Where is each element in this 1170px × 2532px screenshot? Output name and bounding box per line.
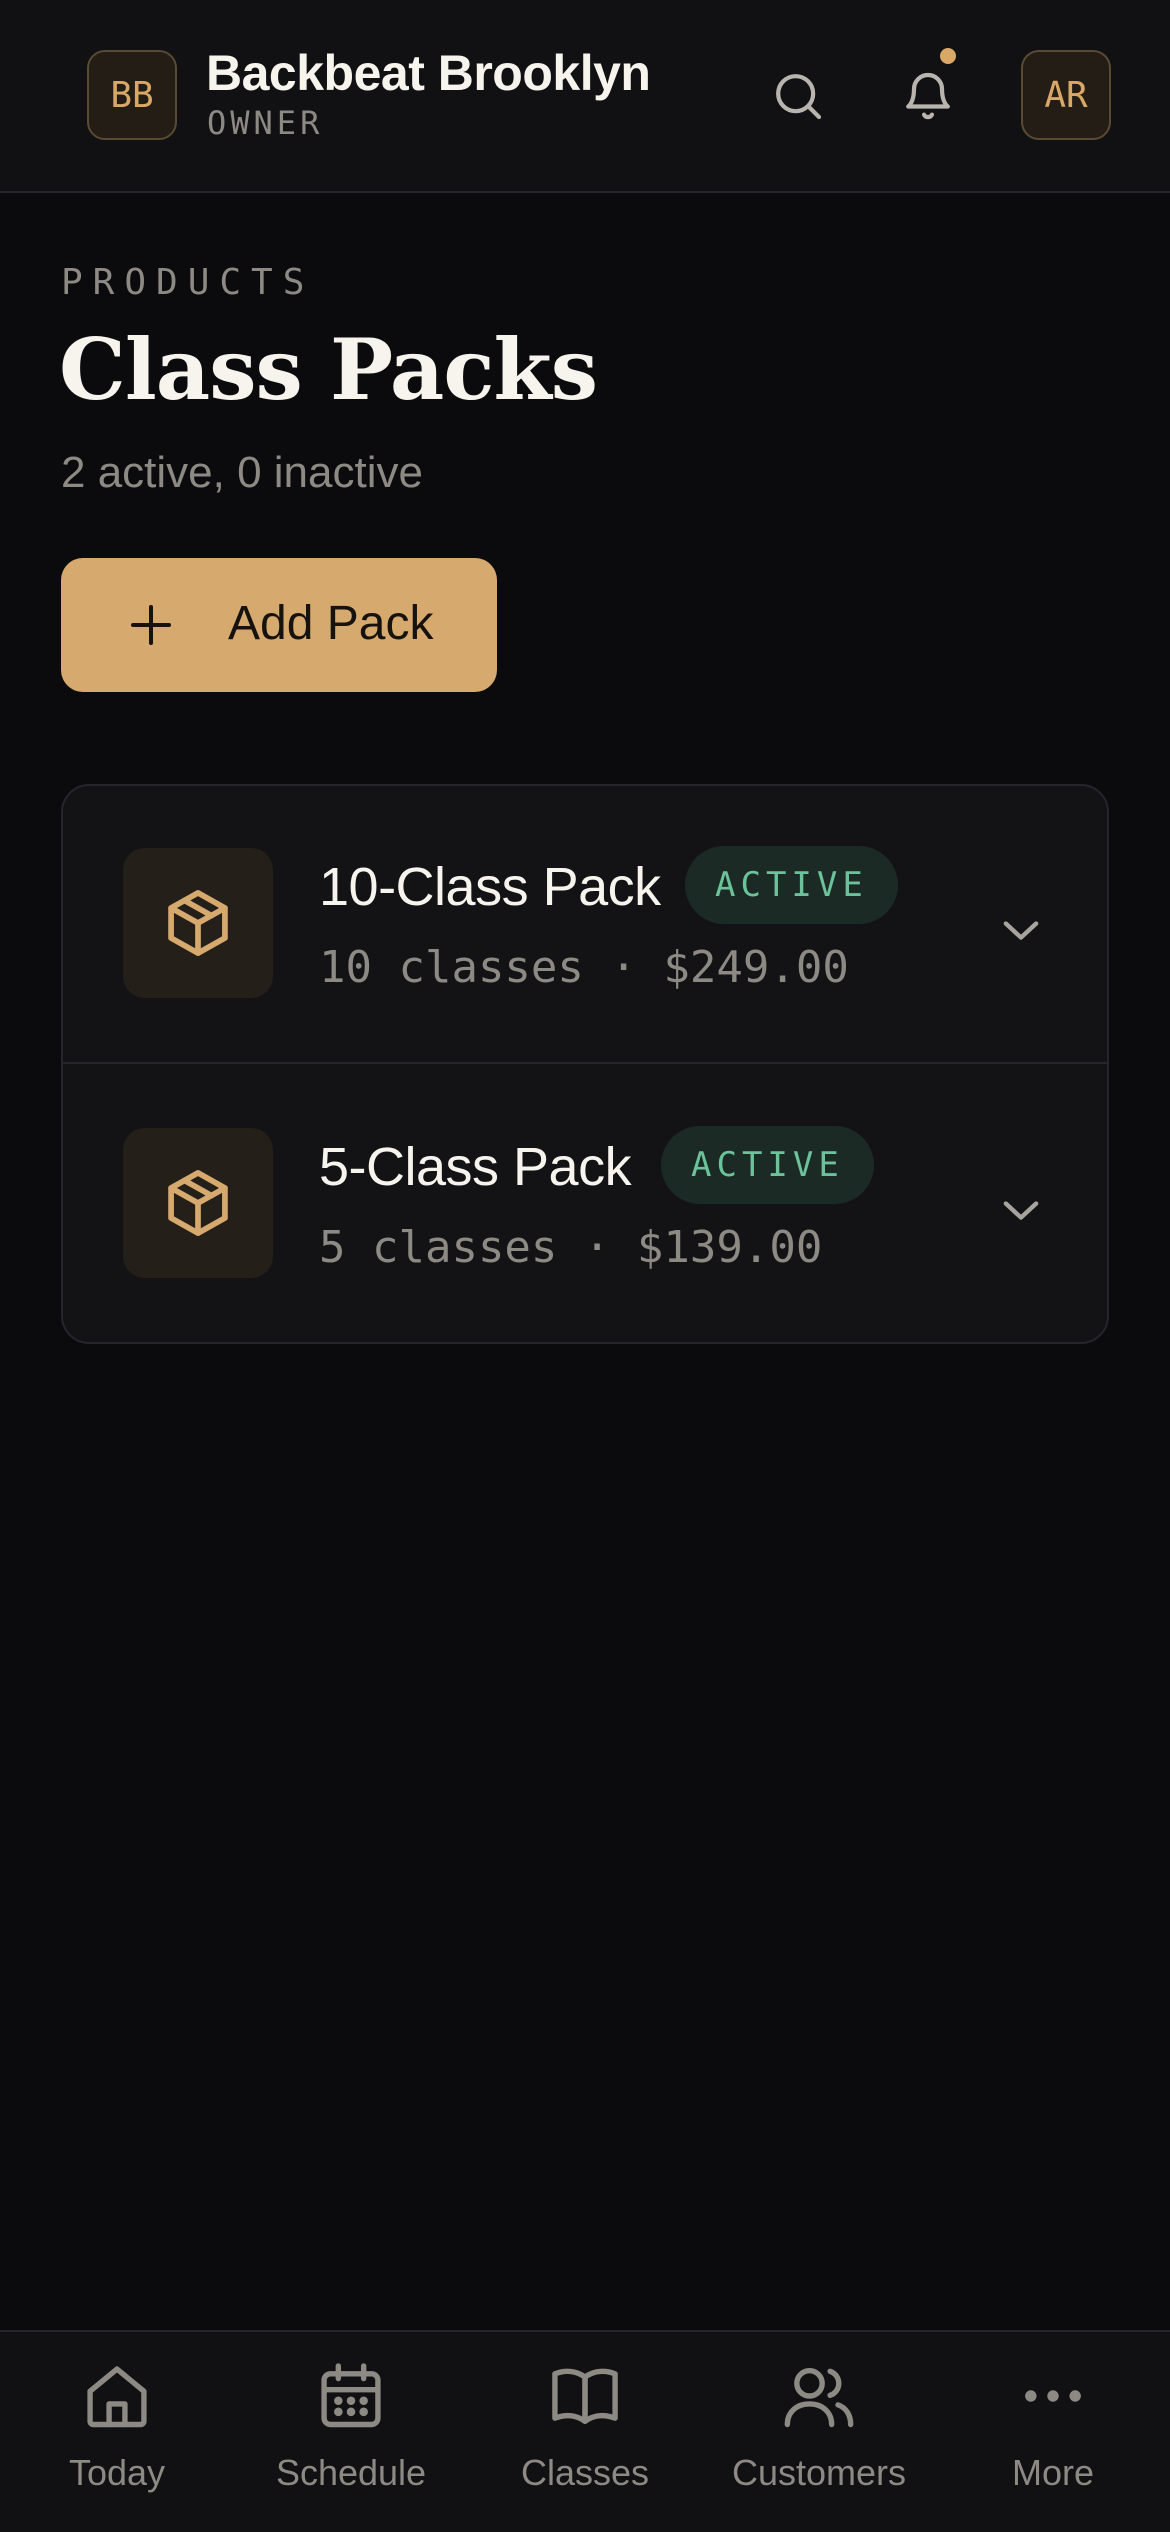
section-eyebrow: PRODUCTS [61, 262, 315, 303]
tab-schedule[interactable]: Schedule [234, 2356, 468, 2516]
pack-name: 10-Class Pack [319, 857, 661, 917]
add-pack-label: Add Pack [228, 597, 434, 650]
pack-details: 10 classes · $249.00 [319, 942, 849, 993]
org-avatar[interactable]: BB [87, 50, 177, 140]
expand-button[interactable] [981, 1170, 1061, 1250]
pack-thumbnail [123, 1128, 273, 1278]
tab-more[interactable]: More [936, 2356, 1170, 2516]
search-button[interactable] [758, 56, 838, 136]
app-header: BB Backbeat Brooklyn OWNER AR [0, 0, 1170, 193]
bell-icon [906, 72, 950, 120]
pack-thumbnail [123, 848, 273, 998]
expand-button[interactable] [981, 890, 1061, 970]
book-icon [552, 2368, 618, 2425]
users-icon [784, 2367, 854, 2428]
list-item[interactable]: 5-Class Pack ACTIVE 5 classes · $139.00 [63, 1066, 1107, 1342]
package-icon [168, 890, 228, 956]
tab-label: Customers [731, 2452, 907, 2493]
home-icon [87, 2366, 147, 2428]
notifications-button[interactable] [888, 56, 968, 136]
chevron-down-icon [1003, 1201, 1039, 1220]
add-pack-button[interactable]: Add Pack [61, 558, 497, 692]
tab-label: Today [68, 2452, 166, 2493]
more-icon [1025, 2390, 1081, 2402]
tab-customers[interactable]: Customers [702, 2356, 936, 2516]
pack-details: 5 classes · $139.00 [319, 1222, 823, 1273]
tab-label: Classes [520, 2452, 650, 2493]
tab-today[interactable]: Today [0, 2356, 234, 2516]
user-avatar[interactable]: AR [1021, 50, 1111, 140]
calendar-icon [321, 2363, 381, 2428]
status-badge: ACTIVE [685, 846, 898, 924]
pack-name: 5-Class Pack [319, 1137, 632, 1197]
search-icon [776, 74, 822, 120]
tab-classes[interactable]: Classes [468, 2356, 702, 2516]
bottom-tab-bar: Today Schedule Classes Customers More [0, 2330, 1170, 2532]
tab-label: Schedule [275, 2452, 427, 2493]
user-role: OWNER [207, 104, 324, 142]
package-icon [168, 1170, 228, 1236]
list-item[interactable]: 10-Class Pack ACTIVE 10 classes · $249.0… [63, 786, 1107, 1064]
status-badge: ACTIVE [661, 1126, 874, 1204]
page-title: Class Packs [59, 320, 598, 419]
org-name: Backbeat Brooklyn [206, 45, 651, 101]
pack-count-summary: 2 active, 0 inactive [61, 448, 423, 497]
class-pack-list: 10-Class Pack ACTIVE 10 classes · $249.0… [61, 784, 1109, 1344]
class-packs-screen: BB Backbeat Brooklyn OWNER AR PRODUCTS C… [0, 0, 1170, 2532]
notification-dot [940, 48, 956, 64]
chevron-down-icon [1003, 921, 1039, 940]
tab-label: More [1011, 2452, 1095, 2493]
plus-icon [131, 605, 171, 645]
